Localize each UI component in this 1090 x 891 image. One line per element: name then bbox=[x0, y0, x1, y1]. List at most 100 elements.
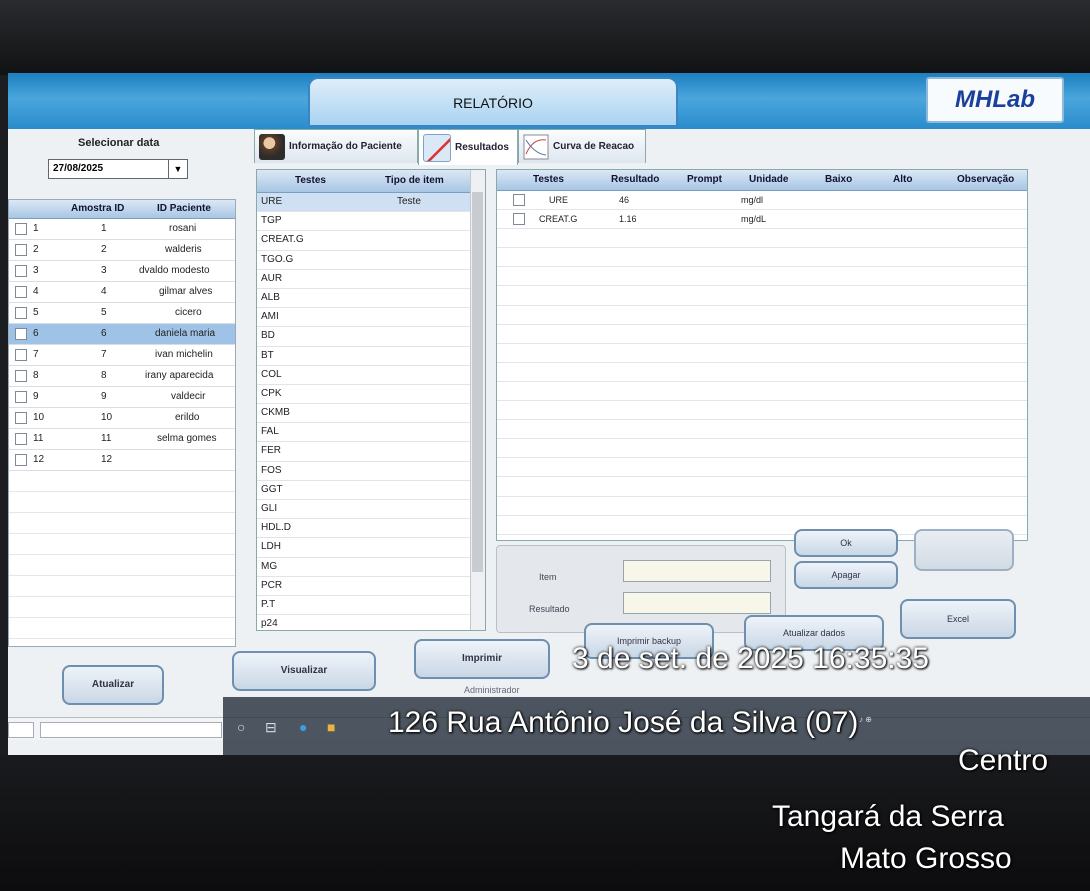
search-icon[interactable]: ○ bbox=[237, 719, 245, 735]
table-row[interactable]: 9 9 valdecir bbox=[9, 387, 235, 408]
table-row[interactable]: 12 12 bbox=[9, 450, 235, 471]
list-item[interactable]: p24 bbox=[257, 615, 485, 630]
empty-row bbox=[9, 576, 235, 597]
col-tipo-item[interactable]: Tipo de item bbox=[385, 175, 444, 186]
results-header: Testes Resultado Prompt Unidade Baixo Al… bbox=[497, 170, 1027, 191]
row-checkbox[interactable] bbox=[15, 286, 27, 298]
list-item[interactable]: BD bbox=[257, 327, 485, 347]
list-item[interactable]: BT bbox=[257, 347, 485, 366]
list-item[interactable]: CPK bbox=[257, 385, 485, 405]
result-field[interactable] bbox=[623, 592, 771, 614]
list-item[interactable]: TGO.G bbox=[257, 251, 485, 270]
list-item[interactable]: PCR bbox=[257, 577, 485, 596]
visualizar-button[interactable]: Visualizar bbox=[232, 651, 376, 691]
ok-button[interactable]: Ok bbox=[794, 529, 898, 557]
list-item[interactable]: FAL bbox=[257, 423, 485, 443]
col-observacao[interactable]: Observação bbox=[957, 174, 1014, 185]
result-row[interactable]: URE 46 mg/dl bbox=[497, 191, 1027, 211]
empty-row bbox=[497, 401, 1027, 421]
list-item[interactable]: P.T bbox=[257, 596, 485, 616]
empty-row bbox=[497, 267, 1027, 287]
list-item[interactable]: MG bbox=[257, 558, 485, 577]
list-item[interactable]: FER bbox=[257, 442, 485, 462]
item-field[interactable] bbox=[623, 560, 771, 582]
edit-box: Item Resultado bbox=[496, 545, 786, 633]
monitor-bezel-top bbox=[0, 0, 1090, 75]
table-row[interactable]: 7 7 ivan michelin bbox=[9, 345, 235, 366]
list-item[interactable]: TGP bbox=[257, 212, 485, 232]
browser-icon[interactable]: ● bbox=[299, 719, 307, 735]
col-baixo[interactable]: Baixo bbox=[825, 174, 852, 185]
col-testes[interactable]: Testes bbox=[533, 174, 564, 185]
results-grid: Testes Resultado Prompt Unidade Baixo Al… bbox=[496, 169, 1028, 541]
row-checkbox[interactable] bbox=[15, 307, 27, 319]
col-id-paciente[interactable]: ID Paciente bbox=[157, 203, 211, 214]
date-select[interactable]: 27/08/2025 ▼ bbox=[48, 159, 188, 179]
header-bar: RELATÓRIO MHLab bbox=[8, 73, 1090, 129]
list-item[interactable]: GGT bbox=[257, 481, 485, 500]
row-checkbox[interactable] bbox=[15, 454, 27, 466]
list-item[interactable]: CKMB bbox=[257, 404, 485, 424]
empty-row bbox=[497, 477, 1027, 497]
row-checkbox[interactable] bbox=[15, 412, 27, 424]
table-row-selected[interactable]: 6 6 daniela maria bbox=[9, 324, 235, 345]
list-item[interactable]: ALB bbox=[257, 289, 485, 309]
row-checkbox[interactable] bbox=[15, 349, 27, 361]
date-label: Selecionar data bbox=[78, 137, 160, 149]
col-resultado[interactable]: Resultado bbox=[611, 174, 659, 185]
state-stamp: Mato Grosso bbox=[840, 842, 1012, 875]
row-checkbox[interactable] bbox=[15, 433, 27, 445]
table-row[interactable]: 2 2 walderis bbox=[9, 240, 235, 261]
tab-informacao-paciente[interactable]: Informação do Paciente bbox=[254, 129, 418, 163]
list-item[interactable]: HDL.D bbox=[257, 519, 485, 539]
tests-scrollbar[interactable] bbox=[470, 170, 485, 630]
row-checkbox[interactable] bbox=[513, 194, 525, 206]
empty-row bbox=[497, 248, 1027, 268]
table-row[interactable]: 4 4 gilmar alves bbox=[9, 282, 235, 303]
address-stamp: 126 Rua Antônio José da Silva (07) bbox=[388, 706, 859, 739]
chevron-down-icon[interactable]: ▼ bbox=[168, 160, 187, 178]
col-unidade[interactable]: Unidade bbox=[749, 174, 788, 185]
empty-row bbox=[497, 497, 1027, 516]
result-row[interactable]: CREAT.G 1.16 mg/dL bbox=[497, 210, 1027, 230]
table-row[interactable]: 5 5 cicero bbox=[9, 303, 235, 324]
folder-icon[interactable]: ■ bbox=[327, 719, 335, 735]
tests-list-header: Testes Tipo de item bbox=[257, 170, 485, 193]
row-checkbox[interactable] bbox=[513, 213, 525, 226]
table-row[interactable]: 8 8 irany aparecida bbox=[9, 366, 235, 387]
scroll-thumb[interactable] bbox=[472, 192, 483, 572]
list-item[interactable]: LDH bbox=[257, 538, 485, 558]
empty-row bbox=[9, 618, 235, 639]
table-row[interactable]: 3 3 dvaldo modesto bbox=[9, 261, 235, 282]
list-item[interactable]: AUR bbox=[257, 270, 485, 289]
atualizar-button[interactable]: Atualizar bbox=[62, 665, 164, 705]
list-item[interactable]: CREAT.G bbox=[257, 231, 485, 251]
list-item[interactable]: COL bbox=[257, 366, 485, 385]
col-amostra-id[interactable]: Amostra ID bbox=[71, 203, 124, 214]
row-checkbox[interactable] bbox=[15, 244, 27, 256]
table-row[interactable]: 11 11 selma gomes bbox=[9, 429, 235, 450]
list-item-selected[interactable]: URE Teste bbox=[257, 193, 485, 213]
list-item[interactable]: AMI bbox=[257, 308, 485, 328]
list-item[interactable]: FOS bbox=[257, 462, 485, 481]
tab-resultados[interactable]: Resultados bbox=[418, 129, 518, 165]
imprimir-button[interactable]: Imprimir bbox=[414, 639, 550, 679]
col-testes[interactable]: Testes bbox=[295, 175, 326, 186]
tests-list: Testes Tipo de item URE Teste TGP CREAT.G… bbox=[256, 169, 486, 631]
row-checkbox[interactable] bbox=[15, 223, 27, 235]
table-row[interactable]: 1 1 rosani bbox=[9, 219, 235, 240]
patients-icon bbox=[259, 133, 285, 160]
row-checkbox[interactable] bbox=[15, 265, 27, 277]
list-item[interactable]: GLI bbox=[257, 500, 485, 520]
row-checkbox[interactable] bbox=[15, 370, 27, 382]
col-alto[interactable]: Alto bbox=[893, 174, 912, 185]
col-prompt[interactable]: Prompt bbox=[687, 174, 722, 185]
row-checkbox[interactable] bbox=[15, 391, 27, 403]
tab-curva-reacao[interactable]: Curva de Reacao bbox=[518, 129, 646, 163]
row-checkbox[interactable] bbox=[15, 328, 27, 340]
table-row[interactable]: 10 10 erildo bbox=[9, 408, 235, 429]
apagar-button[interactable]: Apagar bbox=[794, 561, 898, 589]
empty-row bbox=[9, 492, 235, 513]
excel-button[interactable]: Excel bbox=[900, 599, 1016, 639]
task-view-icon[interactable]: ⊟ bbox=[265, 719, 277, 736]
